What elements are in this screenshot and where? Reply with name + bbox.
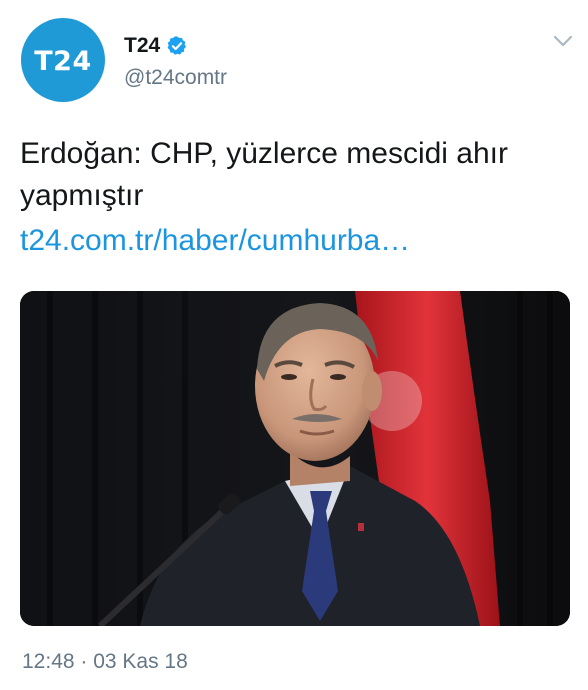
news-photo-icon	[20, 291, 570, 626]
verified-badge-icon	[167, 36, 187, 55]
tweet-timestamp[interactable]: 12:48 · 03 Kas 18	[22, 650, 188, 674]
avatar[interactable]: T24	[21, 18, 105, 102]
tweet-link[interactable]: t24.com.tr/haber/cumhurba…	[20, 220, 410, 262]
tweet-text: Erdoğan: CHP, yüzlerce mescidi ahır yapm…	[20, 137, 508, 212]
display-name-row[interactable]: T24	[124, 33, 188, 59]
chevron-down-icon[interactable]	[552, 33, 574, 49]
avatar-logo-text: T24	[34, 45, 92, 77]
display-name[interactable]: T24	[124, 34, 160, 58]
tweet-media-image[interactable]	[20, 291, 570, 626]
tweet-card[interactable]: T24 T24 @t24comtr Erdoğan: CHP, yüzlerce…	[0, 0, 588, 690]
user-handle[interactable]: @t24comtr	[124, 66, 227, 90]
